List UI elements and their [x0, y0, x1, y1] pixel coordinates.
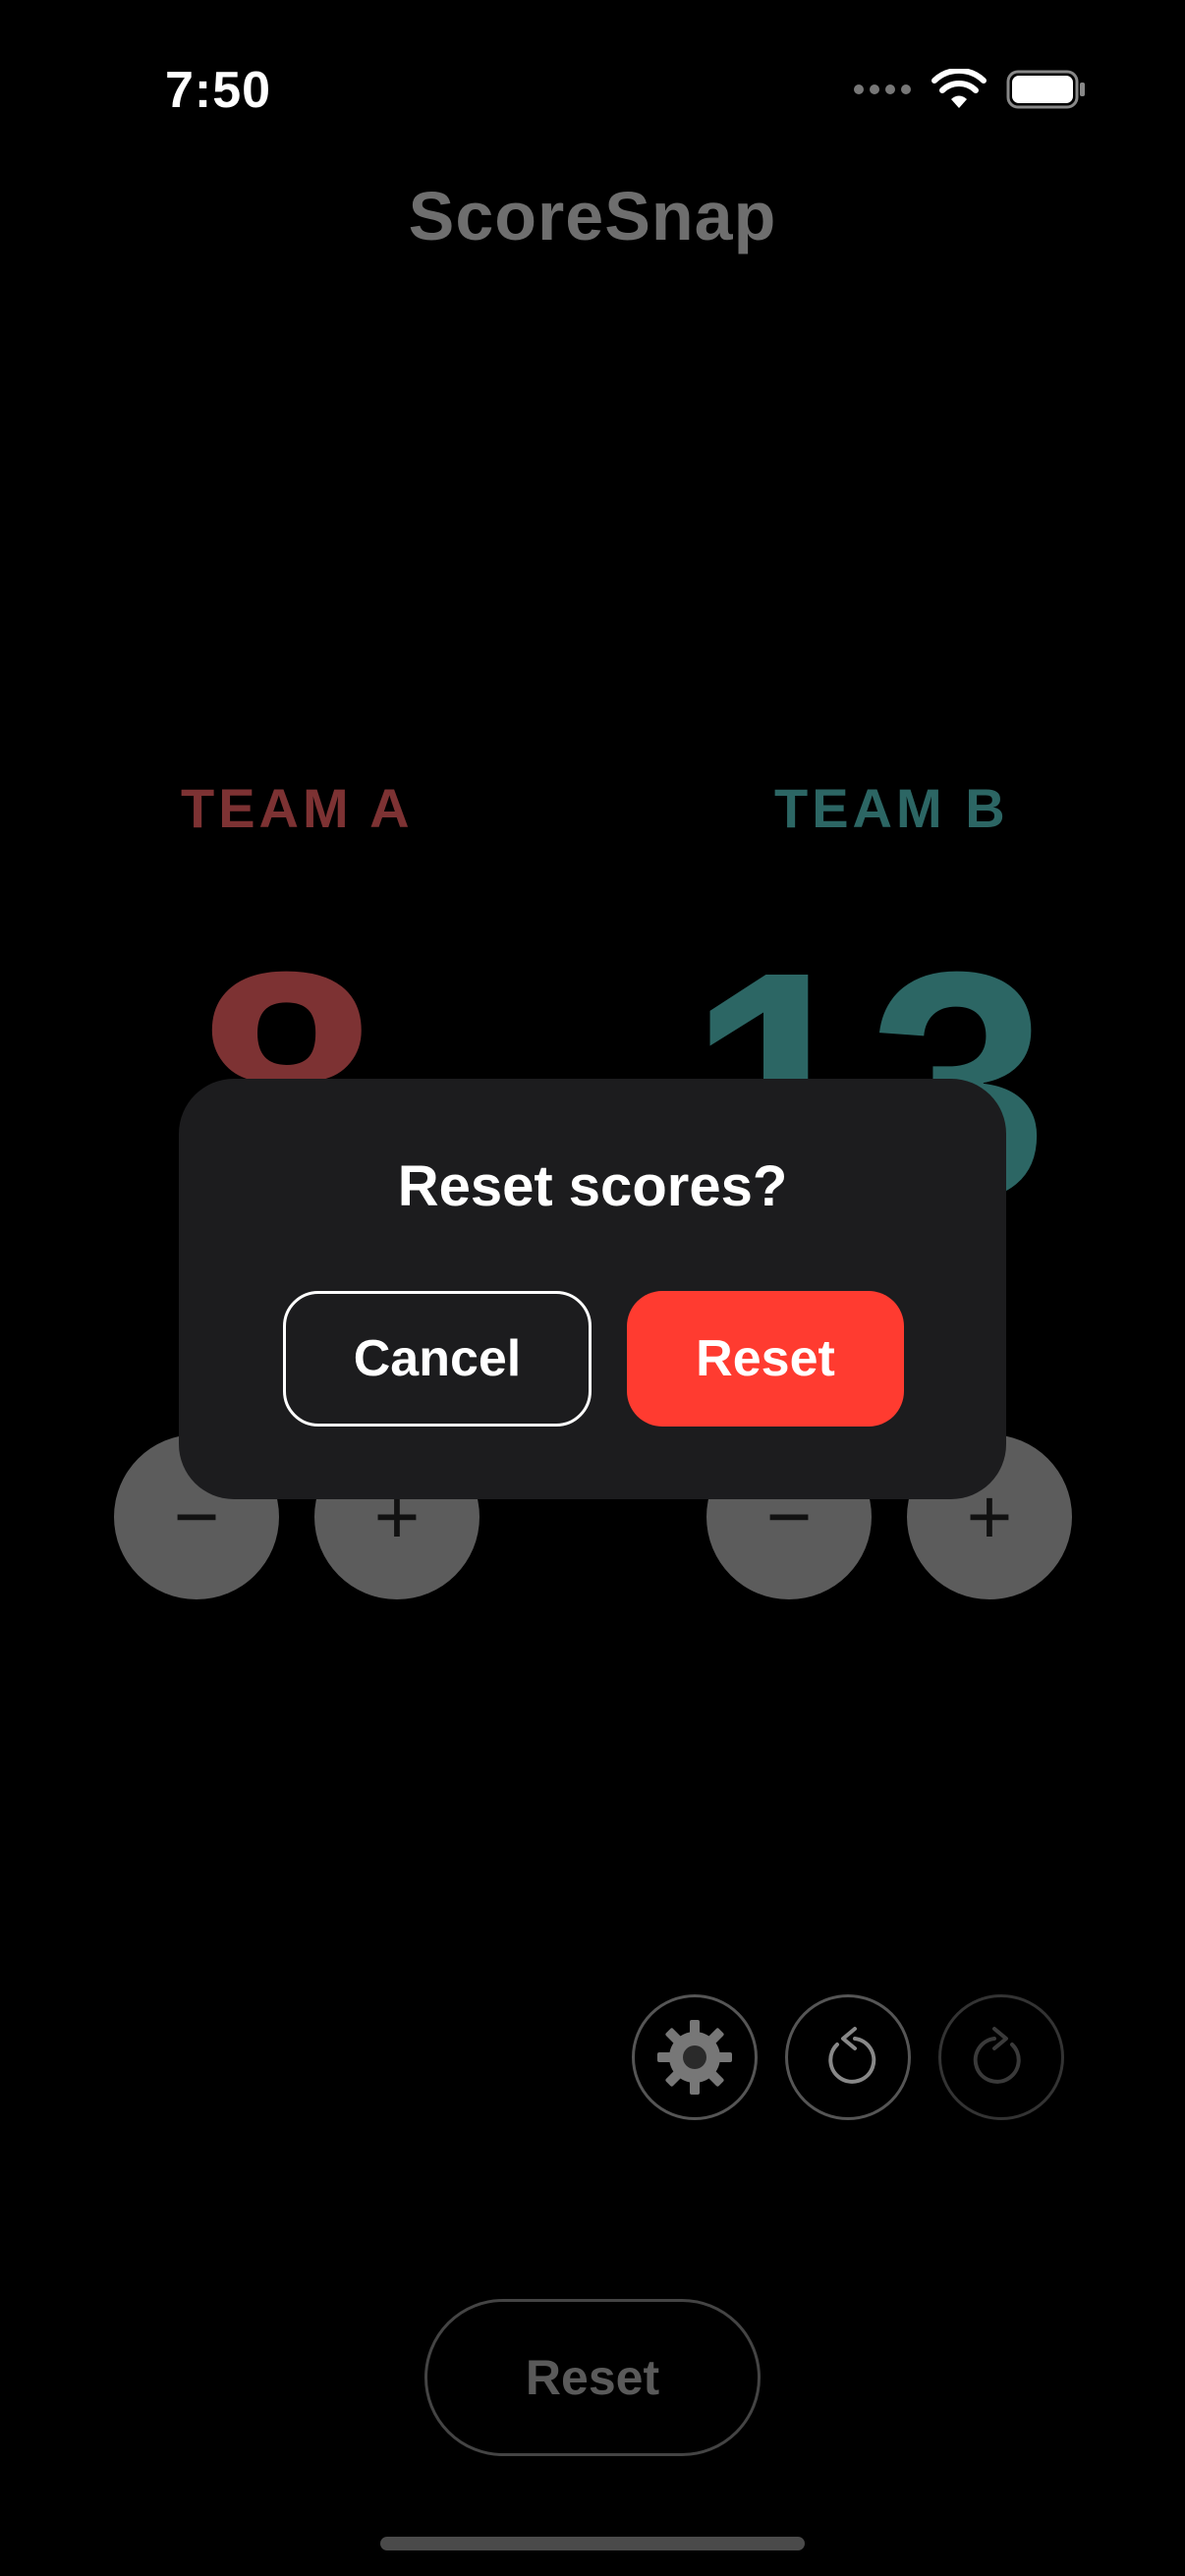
confirm-reset-button[interactable]: Reset: [627, 1291, 904, 1427]
undo-icon: [828, 2027, 876, 2084]
settings-button[interactable]: [632, 1994, 758, 2120]
undo-button[interactable]: [785, 1994, 911, 2120]
team-b-label: TEAM B: [774, 777, 1009, 839]
app-title: ScoreSnap: [408, 178, 777, 254]
status-icons: [853, 69, 1087, 110]
cancel-button[interactable]: Cancel: [283, 1291, 592, 1427]
battery-icon: [1006, 70, 1085, 109]
signal-icon: [854, 84, 911, 94]
redo-button[interactable]: [938, 1994, 1064, 2120]
wifi-icon: [931, 69, 987, 108]
home-indicator[interactable]: [380, 2537, 805, 2550]
redo-icon: [973, 2027, 1021, 2084]
status-time: 7:50: [165, 62, 272, 119]
reset-button[interactable]: Reset: [424, 2299, 761, 2456]
reset-dialog: Reset scores? Cancel Reset: [179, 1079, 1006, 1499]
team-a-label: TEAM A: [181, 777, 414, 839]
dialog-title: Reset scores?: [397, 1154, 788, 1218]
gear-icon: [657, 2020, 732, 2095]
